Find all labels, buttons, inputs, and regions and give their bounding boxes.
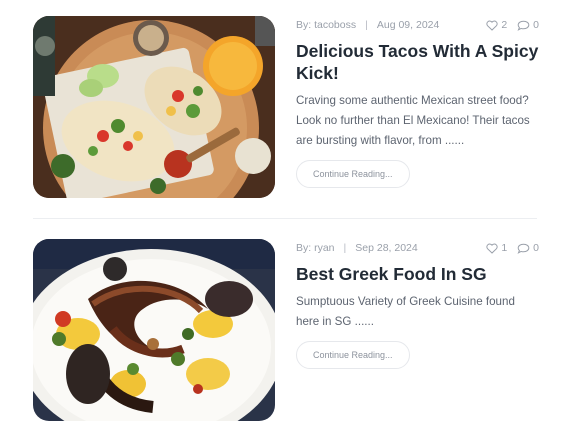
comment-icon — [517, 20, 530, 31]
meta-separator: | — [365, 19, 368, 31]
post-body: By: ryan | Sep 28, 2024 1 0 Best Greek F… — [296, 239, 539, 369]
heart-icon — [486, 243, 498, 254]
comment-button[interactable]: 0 — [517, 242, 539, 254]
like-count: 1 — [501, 242, 508, 254]
post-body: By: tacoboss | Aug 09, 2024 2 0 Deliciou… — [296, 16, 539, 188]
comment-button[interactable]: 0 — [517, 19, 539, 31]
post-title[interactable]: Delicious Tacos With A Spicy Kick! — [296, 40, 539, 84]
post-author[interactable]: By: tacoboss — [296, 19, 356, 31]
post-divider — [33, 218, 537, 219]
post-date: Sep 28, 2024 — [355, 242, 418, 254]
like-count: 2 — [501, 19, 508, 31]
continue-reading-button[interactable]: Continue Reading... — [296, 160, 410, 188]
post-title[interactable]: Best Greek Food In SG — [296, 263, 539, 285]
blog-post-card: By: tacoboss | Aug 09, 2024 2 0 Deliciou… — [33, 16, 539, 198]
post-thumbnail-greek-food[interactable] — [33, 239, 275, 421]
post-thumbnail-tacos[interactable] — [33, 16, 275, 198]
like-button[interactable]: 1 — [486, 242, 507, 254]
post-excerpt: Craving some authentic Mexican street fo… — [296, 94, 530, 147]
comment-count: 0 — [533, 242, 539, 254]
heart-icon — [486, 20, 498, 31]
post-meta: By: tacoboss | Aug 09, 2024 2 0 — [296, 16, 539, 34]
continue-reading-button[interactable]: Continue Reading... — [296, 341, 410, 369]
comment-count: 0 — [533, 19, 539, 31]
like-button[interactable]: 2 — [486, 19, 507, 31]
post-stats: 2 0 — [486, 19, 539, 31]
meta-separator: | — [343, 242, 347, 254]
blog-post-card: By: ryan | Sep 28, 2024 1 0 Best Greek F… — [33, 239, 539, 421]
post-date: Aug 09, 2024 — [376, 19, 440, 31]
comment-icon — [517, 243, 530, 254]
post-stats: 1 0 — [486, 242, 539, 254]
post-author[interactable]: By: ryan — [296, 242, 335, 254]
post-meta: By: ryan | Sep 28, 2024 1 0 — [296, 239, 539, 257]
post-excerpt: Sumptuous Variety of Greek Cuisine found… — [296, 295, 515, 328]
